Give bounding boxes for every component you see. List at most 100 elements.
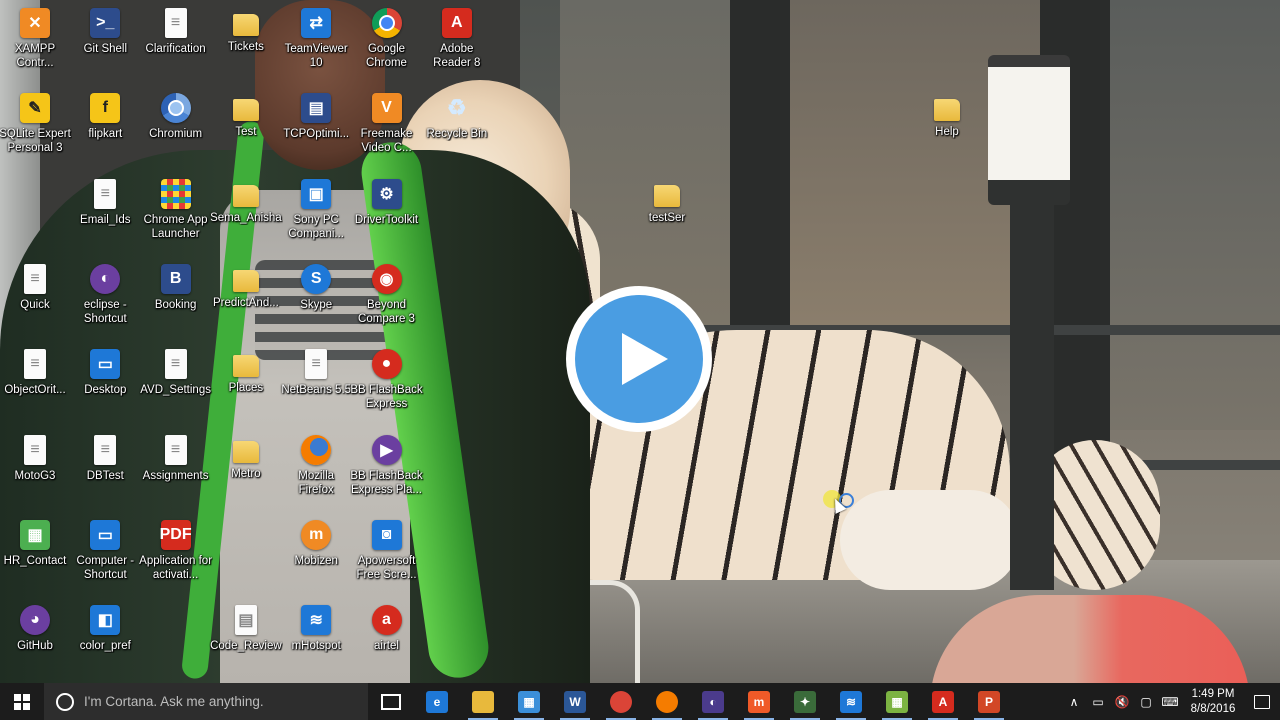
cortana-search-box[interactable]: I'm Cortana. Ask me anything. bbox=[44, 683, 368, 720]
desktop-icon-28[interactable]: ▭ Desktop bbox=[68, 345, 142, 427]
desktop-icon-44[interactable]: ◕ GitHub bbox=[0, 601, 72, 683]
taskbar-app-powerpoint[interactable]: P bbox=[966, 683, 1012, 720]
desktop-icon-10[interactable]: Test bbox=[209, 89, 283, 171]
desktop-icon-14[interactable]: Help bbox=[910, 89, 984, 171]
pdf-icon: PDF bbox=[160, 519, 192, 550]
taskbar-app-store[interactable]: ▦ bbox=[506, 683, 552, 720]
desktop-icon-30[interactable]: Places bbox=[209, 345, 283, 427]
desktop-icon-label: mHotspot bbox=[291, 640, 341, 653]
desktop-icon-38[interactable]: ▶ BB FlashBack Express Pla... bbox=[350, 431, 424, 513]
clock-date: 8/8/2016 bbox=[1190, 702, 1236, 715]
taskbar-app-chrome[interactable] bbox=[598, 683, 644, 720]
taskbar-app-android-studio[interactable]: ✦ bbox=[782, 683, 828, 720]
desktop-icon-label: color_pref bbox=[79, 640, 131, 653]
clock[interactable]: 1:49 PM 8/8/2016 bbox=[1182, 687, 1244, 717]
start-button[interactable] bbox=[0, 683, 44, 720]
desktop-icon-label: flipkart bbox=[88, 128, 123, 141]
desktop-icon-1[interactable]: >_ Git Shell bbox=[68, 4, 142, 86]
keyboard-icon[interactable]: ⌨ bbox=[1158, 695, 1182, 709]
desktop-icon-42[interactable]: m Mobizen bbox=[279, 516, 353, 598]
desktop-icon-11[interactable]: ▤ TCPOptimi... bbox=[279, 89, 353, 171]
taskbar-app-edge[interactable]: e bbox=[414, 683, 460, 720]
desktop-icon-2[interactable]: ≡ Clarification bbox=[139, 4, 213, 86]
clock-time: 1:49 PM bbox=[1191, 687, 1235, 700]
taskbar-app-spreadsheet[interactable]: ▦ bbox=[874, 683, 920, 720]
desktop-icon-43[interactable]: ◙ Apowersoft Free Scre... bbox=[350, 516, 424, 598]
desktop-icon-21[interactable]: ≡ Quick bbox=[0, 260, 72, 342]
play-button[interactable] bbox=[566, 286, 712, 432]
desktop-icon-39[interactable]: ▦ HR_Contact bbox=[0, 516, 72, 598]
desktop-icon-8[interactable]: f flipkart bbox=[68, 89, 142, 171]
taskbar-app-eclipse[interactable]: ◐ bbox=[690, 683, 736, 720]
desktop-icon-41[interactable]: PDF Application for activati... bbox=[139, 516, 213, 598]
desktop-icon-3[interactable]: Tickets bbox=[209, 4, 283, 86]
desktop-icon-31[interactable]: ≡ NetBeans 5.5 bbox=[279, 345, 353, 427]
booking-icon: B bbox=[160, 263, 191, 294]
desktop-icon-23[interactable]: B Booking bbox=[139, 260, 213, 342]
spreadsheet-icon: ▦ bbox=[20, 519, 50, 550]
taskbar: I'm Cortana. Ask me anything. e ▦ W ◐ m ✦ ≋ ▦ A P… bbox=[0, 683, 1280, 720]
taskbar-app-mhotspot[interactable]: ≋ bbox=[828, 683, 874, 720]
desktop-icon-46[interactable]: ▤ Code_Review bbox=[209, 601, 283, 683]
desktop-icon-29[interactable]: ≡ AVD_Settings bbox=[139, 345, 213, 427]
desktop-icon-33[interactable]: ≡ MotoG3 bbox=[0, 431, 72, 513]
system-tray: ∧ ▭ 🔇 ▢ ⌨ 1:49 PM 8/8/2016 bbox=[1062, 683, 1280, 720]
airtel-icon: a bbox=[371, 605, 402, 636]
battery-icon[interactable]: ▭ bbox=[1086, 695, 1110, 709]
desktop-icon-18[interactable]: ▣ Sony PC Compani... bbox=[279, 175, 353, 257]
desktop-icon-4[interactable]: ⇄ TeamViewer 10 bbox=[279, 4, 353, 86]
play-icon bbox=[622, 333, 668, 385]
computer-icon: ▭ bbox=[90, 519, 121, 550]
taskbar-app-adobe-reader[interactable]: A bbox=[920, 683, 966, 720]
desktop-icon-label: GitHub bbox=[17, 640, 53, 653]
desktop-icon-15[interactable]: ≡ Email_Ids bbox=[68, 175, 142, 257]
desktop-icon-17[interactable]: Sema_Anisha bbox=[209, 175, 283, 257]
desktop-icon-26[interactable]: ◉ Beyond Compare 3 bbox=[350, 260, 424, 342]
desktop-icon-48[interactable]: a airtel bbox=[350, 601, 424, 683]
desktop-icon-20[interactable]: testSer bbox=[630, 175, 704, 257]
chevron-up-icon[interactable]: ∧ bbox=[1062, 695, 1086, 709]
volume-muted-icon[interactable]: 🔇 bbox=[1110, 695, 1134, 709]
taskbar-app-word[interactable]: W bbox=[552, 683, 598, 720]
desktop-icon-label: Quick bbox=[20, 298, 50, 311]
folder-icon bbox=[232, 184, 259, 207]
desktop-icon-24[interactable]: PredictAnd... bbox=[209, 260, 283, 342]
desktop-icon-5[interactable]: Google Chrome bbox=[350, 4, 424, 86]
desktop-icon-36[interactable]: Metro bbox=[209, 431, 283, 513]
desktop-icon-40[interactable]: ▭ Computer - Shortcut bbox=[68, 516, 142, 598]
desktop-icon-32[interactable]: ● BB FlashBack Express Rec... bbox=[350, 345, 424, 427]
desktop-icon-7[interactable]: ✎ SQLite Expert Personal 3 bbox=[0, 89, 72, 171]
chrome-icon bbox=[610, 690, 632, 713]
freemake-icon: V bbox=[371, 93, 402, 124]
desktop-icon-label: Mobizen bbox=[294, 554, 338, 567]
desktop-icon-label: Apowersoft Free Scre... bbox=[356, 554, 417, 581]
desktop-icon-45[interactable]: ◧ color_pref bbox=[68, 601, 142, 683]
bb-flashback-player-icon: ▶ bbox=[371, 434, 402, 465]
desktop-icon-27[interactable]: ≡ ObjectOrit... bbox=[0, 345, 72, 427]
desktop-icon-0[interactable]: ✕ XAMPP Contr... bbox=[0, 4, 72, 86]
desktop-icon-9[interactable]: Chromium bbox=[139, 89, 213, 171]
desktop-icon-22[interactable]: ◐ eclipse - Shortcut bbox=[68, 260, 142, 342]
cortana-icon bbox=[56, 692, 74, 711]
desktop-icon-label: DriverToolkit bbox=[354, 213, 419, 226]
desktop-icon-37[interactable]: Mozilla Firefox bbox=[279, 431, 353, 513]
action-center-button[interactable] bbox=[1244, 683, 1280, 720]
desktop-icon-34[interactable]: ≡ DBTest bbox=[68, 431, 142, 513]
desktop-icon-35[interactable]: ≡ Assignments bbox=[139, 431, 213, 513]
desktop-icon-25[interactable]: S Skype bbox=[279, 260, 353, 342]
document-icon: ≡ bbox=[24, 434, 46, 465]
desktop-icon-13[interactable]: ♻ Recycle Bin bbox=[420, 89, 494, 171]
desktop-icon-label: Help bbox=[935, 126, 959, 139]
desktop-icon-16[interactable]: Chrome App Launcher bbox=[139, 175, 213, 257]
network-icon[interactable]: ▢ bbox=[1134, 695, 1158, 709]
taskbar-app-firefox[interactable] bbox=[644, 683, 690, 720]
taskbar-app-task-view[interactable] bbox=[368, 683, 414, 720]
desktop-icon-47[interactable]: ≋ mHotspot bbox=[279, 601, 353, 683]
desktop-icon-19[interactable]: ⚙ DriverToolkit bbox=[350, 175, 424, 257]
skype-icon: S bbox=[301, 263, 332, 294]
desktop-icon-12[interactable]: V Freemake Video C... bbox=[350, 89, 424, 171]
taskbar-app-file-explorer[interactable] bbox=[460, 683, 506, 720]
taskbar-app-mobizen[interactable]: m bbox=[736, 683, 782, 720]
desktop-icon-6[interactable]: A Adobe Reader 8 bbox=[420, 4, 494, 86]
desktop-icon-label: ObjectOrit... bbox=[4, 384, 66, 397]
